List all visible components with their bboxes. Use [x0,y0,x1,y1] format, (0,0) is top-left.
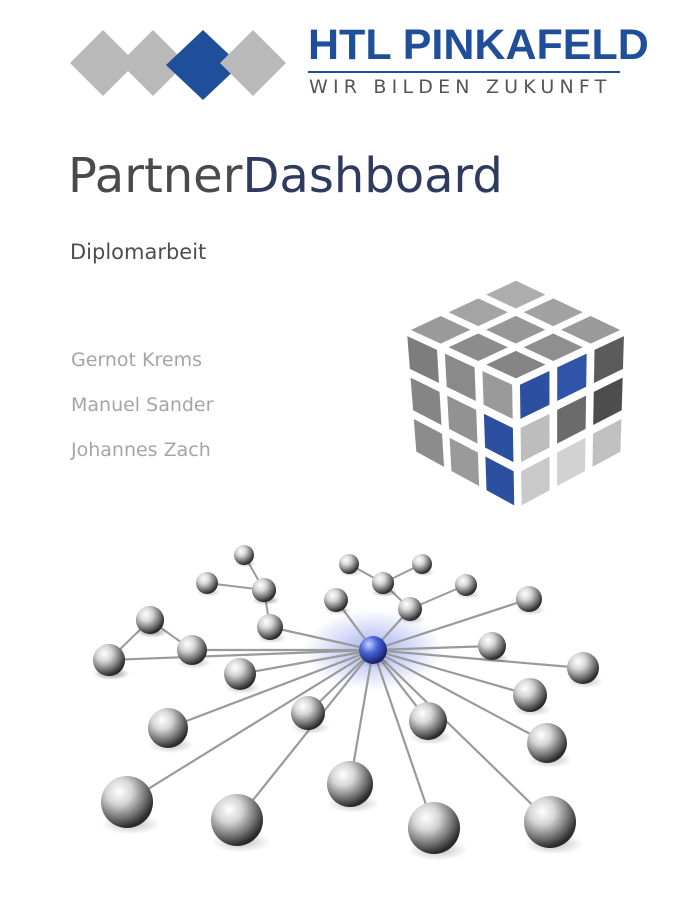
network-node [252,578,276,602]
cube-tile [444,353,476,401]
cube-tile [593,377,623,425]
document-title: PartnerDashboard [68,152,503,200]
cube-tile [557,353,587,401]
cube-tile [520,413,550,463]
network-node [257,614,283,640]
cube-tile [485,456,515,506]
network-node [478,632,506,660]
cube-tile [486,315,546,344]
network-node [327,761,373,807]
network-node [409,702,447,740]
network-graphic [93,545,604,861]
network-node [412,554,432,574]
logo-tagline: WIR BILDEN ZUKUNFT [309,76,612,98]
cube-tile [482,370,513,419]
network-node [516,586,542,612]
network-node [524,796,576,848]
document-subtitle: Diplomarbeit [70,240,207,264]
network-node [224,658,256,690]
network-node [455,574,477,596]
cube-tile [593,336,624,384]
network-node [527,723,567,763]
logo-diamonds [70,30,286,100]
title-part-dashboard: Dashboard [242,148,503,204]
network-node [291,696,325,730]
network-node [513,678,547,712]
cube-tile [521,456,550,506]
author-name: Manuel Sander [71,394,214,416]
network-node [234,545,254,565]
network-node [398,597,422,621]
author-list: Gernot Krems Manuel Sander Johannes Zach [71,347,213,482]
cube-tile [523,333,583,362]
network-node [177,635,207,665]
cube-tile [447,395,478,444]
logo-divider [308,71,620,73]
cube-tile [410,377,442,425]
network-node [408,802,460,854]
network-node [324,588,348,612]
cube-tile [448,333,508,362]
network-node [93,644,125,676]
cube-tile [557,395,587,444]
network-node [567,652,599,684]
cube-tile [483,413,514,463]
cube-tile [407,336,439,384]
cube-graphic [407,280,624,506]
cube-tile [523,298,583,327]
cube-tile [486,350,546,379]
network-node [136,606,164,634]
cube-tile [486,280,546,309]
cube-tile [561,316,621,344]
cube-tile [410,316,471,344]
cube-tile [449,437,480,487]
cube-tile [448,298,508,327]
network-node [148,708,188,748]
network-node [101,776,153,828]
network-node [372,572,394,594]
cube-tile [519,370,550,419]
cube-tile [557,437,586,487]
network-node [211,794,263,846]
network-hub [359,636,387,664]
cube-tile [413,418,445,467]
logo-title: HTL PINKAFELD [308,21,649,69]
cube-tile [592,418,622,467]
author-name: Gernot Krems [71,349,202,371]
network-node [196,572,218,594]
title-part-partner: Partner [68,148,243,204]
author-name: Johannes Zach [71,439,211,461]
network-node [339,554,359,574]
